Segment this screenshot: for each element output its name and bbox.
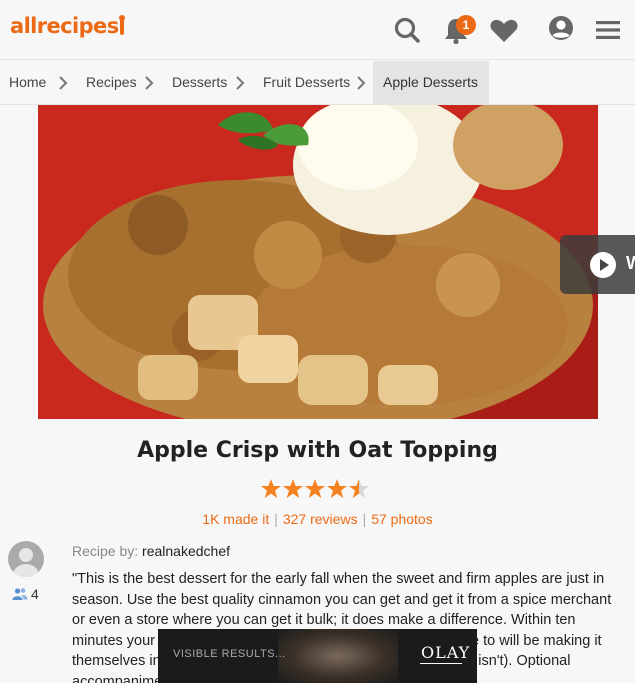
play-icon: [590, 252, 616, 278]
allrecipes-logo[interactable]: allrecipes: [10, 14, 125, 38]
chevron-right-icon: [58, 75, 68, 91]
breadcrumb-home[interactable]: Home: [9, 61, 46, 104]
followers-number: 4: [31, 586, 39, 602]
divider: |: [362, 511, 367, 527]
breadcrumb-recipes[interactable]: Recipes: [86, 61, 137, 104]
watch-video-button[interactable]: W: [560, 235, 635, 294]
recipe-byline: Recipe by: realnakedchef: [72, 543, 230, 559]
breadcrumb-apple-desserts[interactable]: Apple Desserts: [373, 61, 489, 104]
breadcrumb-desserts[interactable]: Desserts: [172, 61, 227, 104]
ad-text: VISIBLE RESULTS...: [173, 648, 286, 660]
star-icon: [305, 479, 325, 498]
user-icon[interactable]: [545, 14, 577, 46]
followers-icon: [12, 588, 28, 600]
star-rating[interactable]: [260, 478, 372, 500]
half-star-icon: [349, 479, 369, 498]
divider: |: [274, 511, 278, 527]
spoon-icon: [118, 15, 125, 35]
apple-crisp-image: [38, 105, 598, 419]
video-label: W: [626, 253, 635, 273]
chevron-right-icon: [144, 75, 154, 91]
reviews-link[interactable]: 327 reviews: [283, 511, 358, 527]
ad-brand-underline: [420, 663, 462, 664]
recipe-photo[interactable]: [38, 105, 598, 419]
star-icon: [261, 479, 281, 498]
menu-icon[interactable]: [592, 14, 624, 46]
heart-icon[interactable]: [488, 14, 520, 46]
breadcrumb-fruit-desserts[interactable]: Fruit Desserts: [263, 61, 350, 104]
ad-brand-logo: OLAY: [421, 643, 471, 662]
search-icon[interactable]: [391, 14, 423, 46]
star-icon: [327, 479, 347, 498]
breadcrumb: Home Recipes Desserts Fruit Desserts App…: [0, 61, 635, 105]
notification-badge[interactable]: 1: [456, 15, 476, 35]
made-it-link[interactable]: 1K made it: [202, 511, 269, 527]
recipe-by-label: Recipe by:: [72, 543, 139, 559]
logo-text: allrecipes: [10, 14, 119, 38]
chevron-right-icon: [356, 75, 366, 91]
photos-link[interactable]: 57 photos: [371, 511, 433, 527]
author-name-link[interactable]: realnakedchef: [142, 543, 230, 559]
author-avatar[interactable]: [8, 541, 44, 577]
advertisement-banner[interactable]: VISIBLE RESULTS... OLAY: [158, 629, 477, 683]
star-icon: [283, 479, 303, 498]
site-header: allrecipes 1: [0, 0, 635, 60]
followers-count[interactable]: 4: [12, 586, 39, 602]
recipe-stats: 1K made it | 327 reviews | 57 photos: [0, 511, 635, 527]
chevron-right-icon: [235, 75, 245, 91]
ad-background-image: [278, 629, 398, 683]
recipe-title: Apple Crisp with Oat Topping: [137, 438, 498, 463]
